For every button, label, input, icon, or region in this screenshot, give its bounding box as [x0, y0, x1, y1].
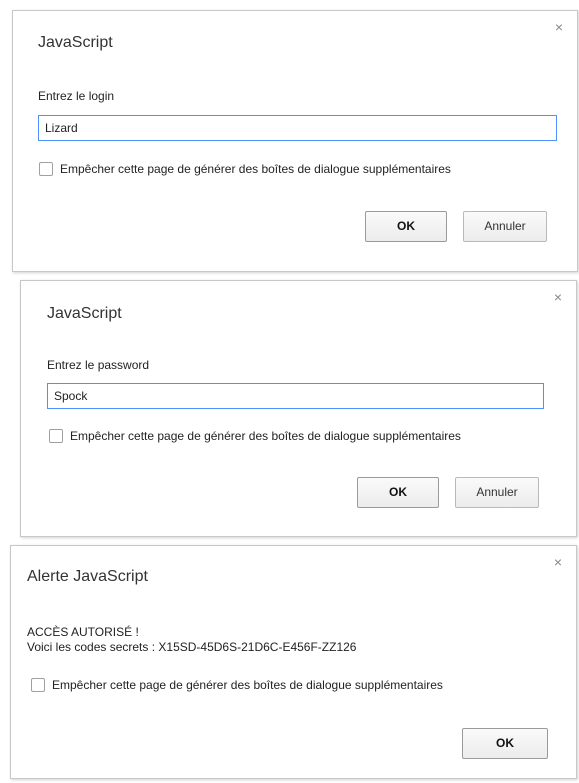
- suppress-dialogs-option[interactable]: Empêcher cette page de générer des boîte…: [31, 677, 443, 693]
- dialog-message: Entrez le password: [47, 358, 150, 372]
- login-prompt-dialog: JavaScript × Entrez le login Empêcher ce…: [12, 10, 578, 272]
- suppress-dialogs-checkbox[interactable]: [31, 678, 45, 692]
- suppress-dialogs-checkbox[interactable]: [39, 162, 53, 176]
- suppress-dialogs-label: Empêcher cette page de générer des boîte…: [60, 161, 451, 176]
- close-icon[interactable]: ×: [550, 554, 566, 570]
- ok-button[interactable]: OK: [462, 728, 548, 759]
- dialog-message: Entrez le login: [38, 89, 115, 103]
- suppress-dialogs-option[interactable]: Empêcher cette page de générer des boîte…: [49, 428, 461, 444]
- cancel-button[interactable]: Annuler: [463, 211, 547, 242]
- alert-dialog: Alerte JavaScript × ACCÈS AUTORISÉ ! Voi…: [10, 545, 577, 779]
- ok-button[interactable]: OK: [357, 477, 439, 508]
- password-input[interactable]: [47, 383, 544, 409]
- close-icon[interactable]: ×: [551, 19, 567, 35]
- dialog-message: ACCÈS AUTORISÉ ! Voici les codes secrets…: [27, 625, 356, 655]
- dialog-title: JavaScript: [38, 34, 113, 51]
- suppress-dialogs-label: Empêcher cette page de générer des boîte…: [70, 428, 461, 443]
- suppress-dialogs-checkbox[interactable]: [49, 429, 63, 443]
- secret-codes-text: Voici les codes secrets : X15SD-45D6S-21…: [27, 640, 357, 654]
- dialog-title: JavaScript: [47, 305, 122, 322]
- top-cropped-text: [0, 0, 579, 10]
- close-icon[interactable]: ×: [550, 289, 566, 305]
- ok-button[interactable]: OK: [365, 211, 447, 242]
- suppress-dialogs-label: Empêcher cette page de générer des boîte…: [52, 677, 443, 692]
- access-granted-text: ACCÈS AUTORISÉ !: [27, 625, 139, 639]
- password-prompt-dialog: JavaScript × Entrez le password Empêcher…: [20, 280, 577, 537]
- login-input[interactable]: [38, 115, 557, 141]
- dialog-title: Alerte JavaScript: [27, 568, 148, 585]
- suppress-dialogs-option[interactable]: Empêcher cette page de générer des boîte…: [39, 161, 451, 177]
- cancel-button[interactable]: Annuler: [455, 477, 539, 508]
